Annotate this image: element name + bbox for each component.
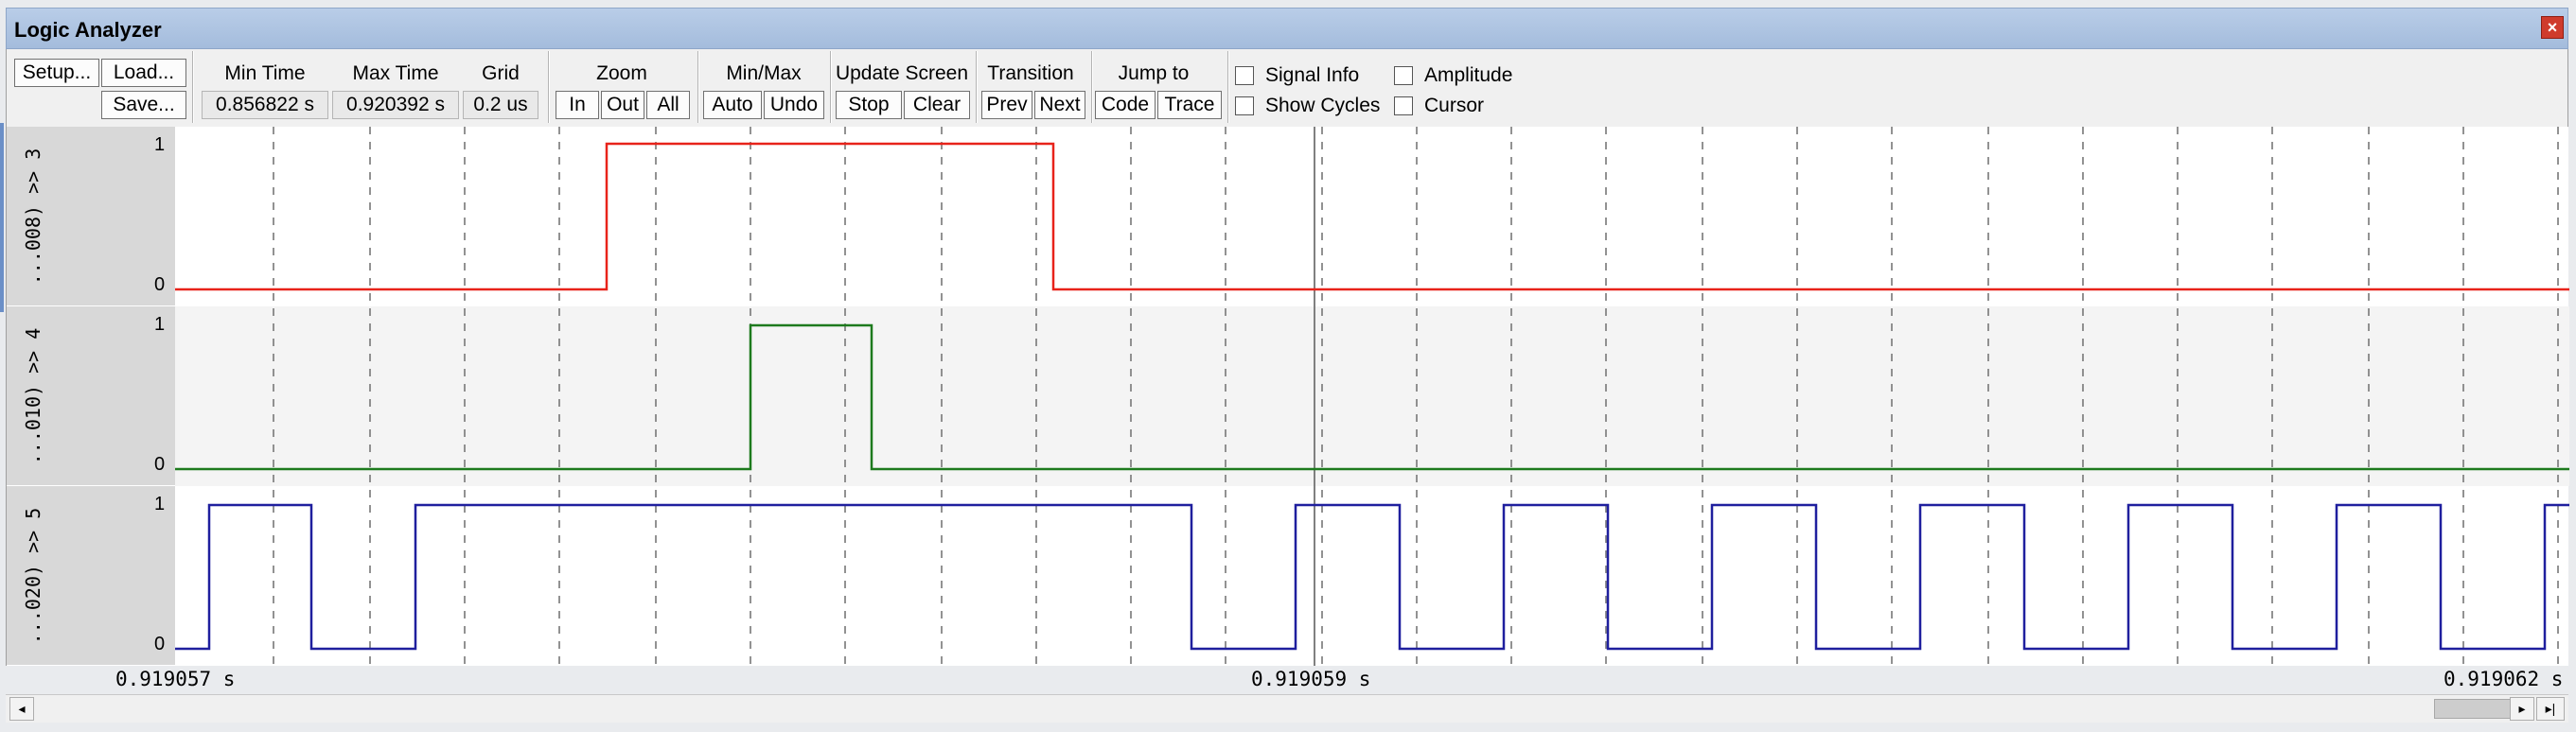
signal-1-low-level: 0: [154, 274, 166, 295]
next-transition-button[interactable]: Next: [1034, 91, 1085, 119]
time-axis: 0.919057 s 0.919059 s 0.919062 s: [6, 666, 2568, 694]
horizontal-scrollbar[interactable]: ◂ ▸ ▸|: [6, 694, 2568, 723]
arrow-left-icon: ◂: [18, 701, 26, 716]
update-screen-label: Update Screen: [835, 62, 969, 84]
signal-name-1: ...008) >> 3: [22, 148, 44, 285]
signal-name-box[interactable]: ...010) >> 4: [7, 306, 175, 486]
zoom-out-button[interactable]: Out: [601, 91, 644, 119]
show-cycles-label: Show Cycles: [1265, 95, 1381, 116]
minmax-undo-button[interactable]: Undo: [764, 91, 824, 119]
scroll-thumb[interactable]: [2434, 699, 2519, 719]
zoom-label: Zoom: [596, 62, 647, 84]
cursor-checkbox[interactable]: [1394, 96, 1413, 115]
title-bar[interactable]: Logic Analyzer ×: [6, 8, 2568, 49]
toolbar-separator: [548, 51, 550, 123]
signal-3-high-level: 1: [154, 494, 166, 514]
setup-button[interactable]: Setup...: [14, 59, 99, 87]
toolbar-separator: [192, 51, 194, 123]
amplitude-checkbox[interactable]: [1394, 66, 1413, 85]
jump-trace-button[interactable]: Trace: [1157, 91, 1222, 119]
minmax-label: Min/Max: [726, 62, 802, 84]
min-time-value: 0.856822 s: [202, 91, 328, 119]
arrow-right-icon: ▸: [2518, 701, 2526, 716]
load-button[interactable]: Load...: [101, 59, 186, 87]
transition-label: Transition: [987, 62, 1074, 84]
time-right-label: 0.919062 s: [2444, 668, 2564, 690]
min-time-label: Min Time: [224, 62, 306, 84]
signal-info-checkbox[interactable]: [1235, 66, 1254, 85]
jump-to-label: Jump to: [1118, 62, 1190, 84]
close-button[interactable]: ×: [2541, 16, 2564, 39]
max-time-label: Max Time: [352, 62, 439, 84]
scroll-end-button[interactable]: ▸|: [2536, 697, 2565, 721]
cursor-label: Cursor: [1424, 95, 1485, 116]
logic-analyzer-window: Logic Analyzer × Setup... Load... Save..…: [0, 0, 2576, 732]
signal-1-trace: [175, 142, 2569, 291]
zoom-all-button[interactable]: All: [646, 91, 690, 119]
save-button[interactable]: Save...: [101, 91, 186, 119]
clear-button[interactable]: Clear: [904, 91, 970, 119]
toolbar-separator: [1227, 51, 1229, 123]
zoom-in-button[interactable]: In: [556, 91, 599, 119]
window-title: Logic Analyzer: [14, 18, 162, 42]
signal-3-trace: [175, 503, 2569, 651]
prev-transition-button[interactable]: Prev: [981, 91, 1032, 119]
signal-2-low-level: 0: [154, 454, 166, 475]
show-cycles-checkbox[interactable]: [1235, 96, 1254, 115]
jump-code-button[interactable]: Code: [1095, 91, 1156, 119]
close-icon: ×: [2547, 18, 2558, 37]
signal-2-trace: [175, 323, 2569, 471]
docked-panel-edge: [0, 123, 4, 312]
max-time-value: 0.920392 s: [332, 91, 459, 119]
grid-value: 0.2 us: [463, 91, 538, 119]
signal-name-box[interactable]: ...008) >> 3: [7, 127, 175, 306]
minmax-auto-button[interactable]: Auto: [703, 91, 762, 119]
amplitude-label: Amplitude: [1424, 64, 1513, 86]
signal-name-2: ...010) >> 4: [22, 327, 44, 464]
scroll-right-button[interactable]: ▸: [2510, 697, 2534, 721]
waveform-plot: [175, 127, 2569, 666]
toolbar-separator: [697, 51, 699, 123]
signal-info-label: Signal Info: [1265, 64, 1360, 86]
stop-button[interactable]: Stop: [836, 91, 902, 119]
scroll-left-button[interactable]: ◂: [9, 697, 34, 721]
signal-2-high-level: 1: [154, 314, 166, 335]
signal-3-low-level: 0: [154, 634, 166, 654]
waveform-area[interactable]: ...008) >> 3 ...010) >> 4 ...020) >> 5 1…: [6, 127, 2569, 666]
scroll-end-icon: ▸|: [2545, 701, 2556, 716]
grid-lines: [273, 127, 2559, 666]
signal-name-box[interactable]: ...020) >> 5: [7, 486, 175, 666]
toolbar: Setup... Load... Save... Min Time 0.8568…: [6, 49, 2568, 127]
time-center-label: 0.919059 s: [1251, 668, 1371, 690]
grid-label: Grid: [482, 62, 520, 84]
time-left-label: 0.919057 s: [115, 668, 236, 690]
signal-name-3: ...020) >> 5: [22, 507, 44, 644]
signal-traces: [175, 142, 2569, 651]
signal-1-high-level: 1: [154, 134, 166, 155]
